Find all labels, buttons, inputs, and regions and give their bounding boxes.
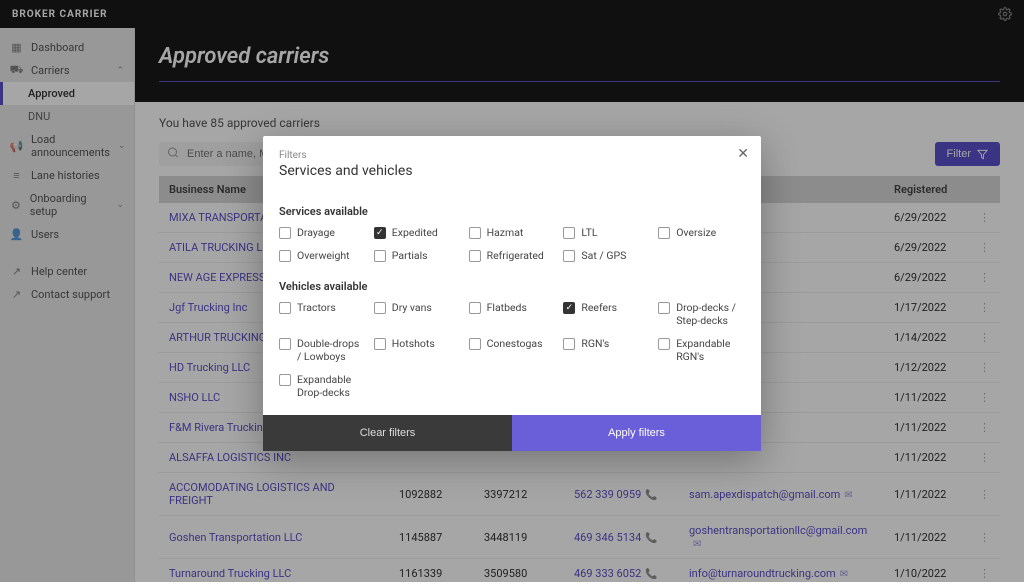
service-checkbox-refrigerated[interactable]: Refrigerated [469, 249, 556, 262]
checkbox-label: Conestogas [487, 337, 543, 350]
checkbox-icon [469, 338, 481, 350]
services-label: Services available [279, 205, 745, 218]
checkbox-icon [279, 302, 291, 314]
checkbox-label: Flatbeds [487, 301, 527, 314]
checkbox-label: Double-drops / Lowboys [297, 337, 366, 363]
checkbox-icon [374, 250, 386, 262]
checkbox-icon [658, 227, 670, 239]
vehicle-checkbox-hotshots[interactable]: Hotshots [374, 337, 461, 363]
checkbox-icon [563, 227, 575, 239]
service-checkbox-partials[interactable]: Partials [374, 249, 461, 262]
checkbox-icon [279, 338, 291, 350]
vehicle-checkbox-dry-vans[interactable]: Dry vans [374, 301, 461, 327]
checkbox-icon [658, 338, 670, 350]
checkbox-icon [469, 250, 481, 262]
checkbox-icon [279, 250, 291, 262]
vehicle-checkbox-expandable-drop-decks[interactable]: Expandable Drop-decks [279, 373, 366, 399]
checkbox-icon [658, 302, 670, 314]
checkbox-label: Drayage [297, 226, 335, 239]
service-checkbox-overweight[interactable]: Overweight [279, 249, 366, 262]
filters-modal: Filters Services and vehicles ✕ Services… [263, 136, 761, 451]
apply-filters-button[interactable]: Apply filters [512, 415, 761, 451]
vehicle-checkbox-flatbeds[interactable]: Flatbeds [469, 301, 556, 327]
service-checkbox-expedited[interactable]: Expedited [374, 226, 461, 239]
checkbox-label: Hazmat [487, 226, 524, 239]
checkbox-label: Expedited [392, 226, 438, 239]
service-checkbox-ltl[interactable]: LTL [563, 226, 650, 239]
vehicle-checkbox-expandable-rgn-s[interactable]: Expandable RGN's [658, 337, 745, 363]
modal-subtitle: Filters [279, 150, 745, 161]
close-icon[interactable]: ✕ [737, 146, 749, 162]
checkbox-label: Overweight [297, 249, 350, 262]
vehicle-checkbox-tractors[interactable]: Tractors [279, 301, 366, 327]
vehicle-checkbox-double-drops-lowboys[interactable]: Double-drops / Lowboys [279, 337, 366, 363]
checkbox-label: Hotshots [392, 337, 435, 350]
checkbox-icon [563, 338, 575, 350]
checkbox-label: Reefers [581, 301, 617, 314]
vehicles-label: Vehicles available [279, 280, 745, 293]
checkbox-label: Expandable Drop-decks [297, 373, 366, 399]
checkbox-label: RGN's [581, 337, 609, 350]
checkbox-label: Oversize [676, 226, 716, 239]
vehicle-checkbox-drop-decks-step-decks[interactable]: Drop-decks / Step-decks [658, 301, 745, 327]
checkbox-label: Drop-decks / Step-decks [676, 301, 745, 327]
service-checkbox-hazmat[interactable]: Hazmat [469, 226, 556, 239]
checkbox-label: Tractors [297, 301, 336, 314]
checkbox-label: LTL [581, 226, 597, 239]
checkbox-label: Refrigerated [487, 249, 544, 262]
vehicle-checkbox-rgn-s[interactable]: RGN's [563, 337, 650, 363]
checkbox-label: Sat / GPS [581, 249, 626, 262]
checkbox-icon [374, 227, 386, 239]
modal-title: Services and vehicles [279, 163, 745, 179]
checkbox-icon [563, 250, 575, 262]
checkbox-icon [374, 302, 386, 314]
service-checkbox-drayage[interactable]: Drayage [279, 226, 366, 239]
checkbox-icon [374, 338, 386, 350]
service-checkbox-oversize[interactable]: Oversize [658, 226, 745, 239]
modal-overlay[interactable]: Filters Services and vehicles ✕ Services… [0, 0, 1024, 582]
checkbox-icon [563, 302, 575, 314]
vehicle-checkbox-reefers[interactable]: Reefers [563, 301, 650, 327]
vehicle-checkbox-conestogas[interactable]: Conestogas [469, 337, 556, 363]
checkbox-icon [279, 374, 291, 386]
checkbox-icon [469, 302, 481, 314]
checkbox-label: Expandable RGN's [676, 337, 745, 363]
service-checkbox-sat-gps[interactable]: Sat / GPS [563, 249, 650, 262]
checkbox-label: Dry vans [392, 301, 432, 314]
checkbox-label: Partials [392, 249, 428, 262]
clear-filters-button[interactable]: Clear filters [263, 415, 512, 451]
checkbox-icon [279, 227, 291, 239]
checkbox-icon [469, 227, 481, 239]
